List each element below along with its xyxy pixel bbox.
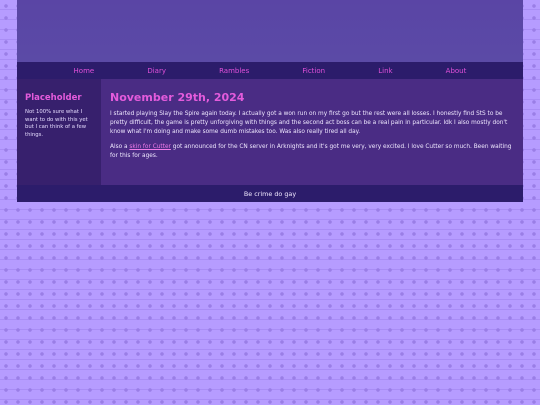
top-nav: Home Diary Rambles Fiction Link About: [17, 62, 523, 79]
post-paragraph-2-before: Also a: [110, 144, 130, 150]
nav-fiction-link[interactable]: Fiction: [302, 67, 325, 75]
content-area: Placeholder Not 100% sure what I want to…: [17, 79, 523, 185]
footer: Be crime do gay: [17, 185, 523, 202]
post-date: November 29th, 2024: [110, 91, 245, 104]
post-paragraph-2: Also a skin for Cutter got announced for…: [110, 143, 514, 161]
page-container: Home Diary Rambles Fiction Link About Pl…: [17, 0, 523, 202]
sidebar-title: Placeholder: [25, 93, 82, 103]
sidebar-text: Not 100% sure what I want to do with thi…: [25, 109, 88, 138]
footer-text: Be crime do gay: [243, 189, 297, 198]
post-paragraph-2-after: got announced for the CN server in Arkni…: [110, 144, 512, 159]
cutter-skin-link[interactable]: skin for Cutter: [129, 144, 171, 150]
nav-rambles-link[interactable]: Rambles: [219, 67, 249, 75]
main-post: November 29th, 2024 I started playing Sl…: [101, 79, 523, 185]
nav-diary-link[interactable]: Diary: [147, 67, 166, 75]
nav-link-link[interactable]: Link: [378, 67, 392, 75]
nav-about-link[interactable]: About: [446, 67, 467, 75]
post-paragraph-1: I started playing Slay the Spire again t…: [110, 111, 508, 135]
sidebar: Placeholder Not 100% sure what I want to…: [17, 79, 101, 185]
header-banner: [17, 0, 523, 62]
nav-home-link[interactable]: Home: [74, 67, 95, 75]
